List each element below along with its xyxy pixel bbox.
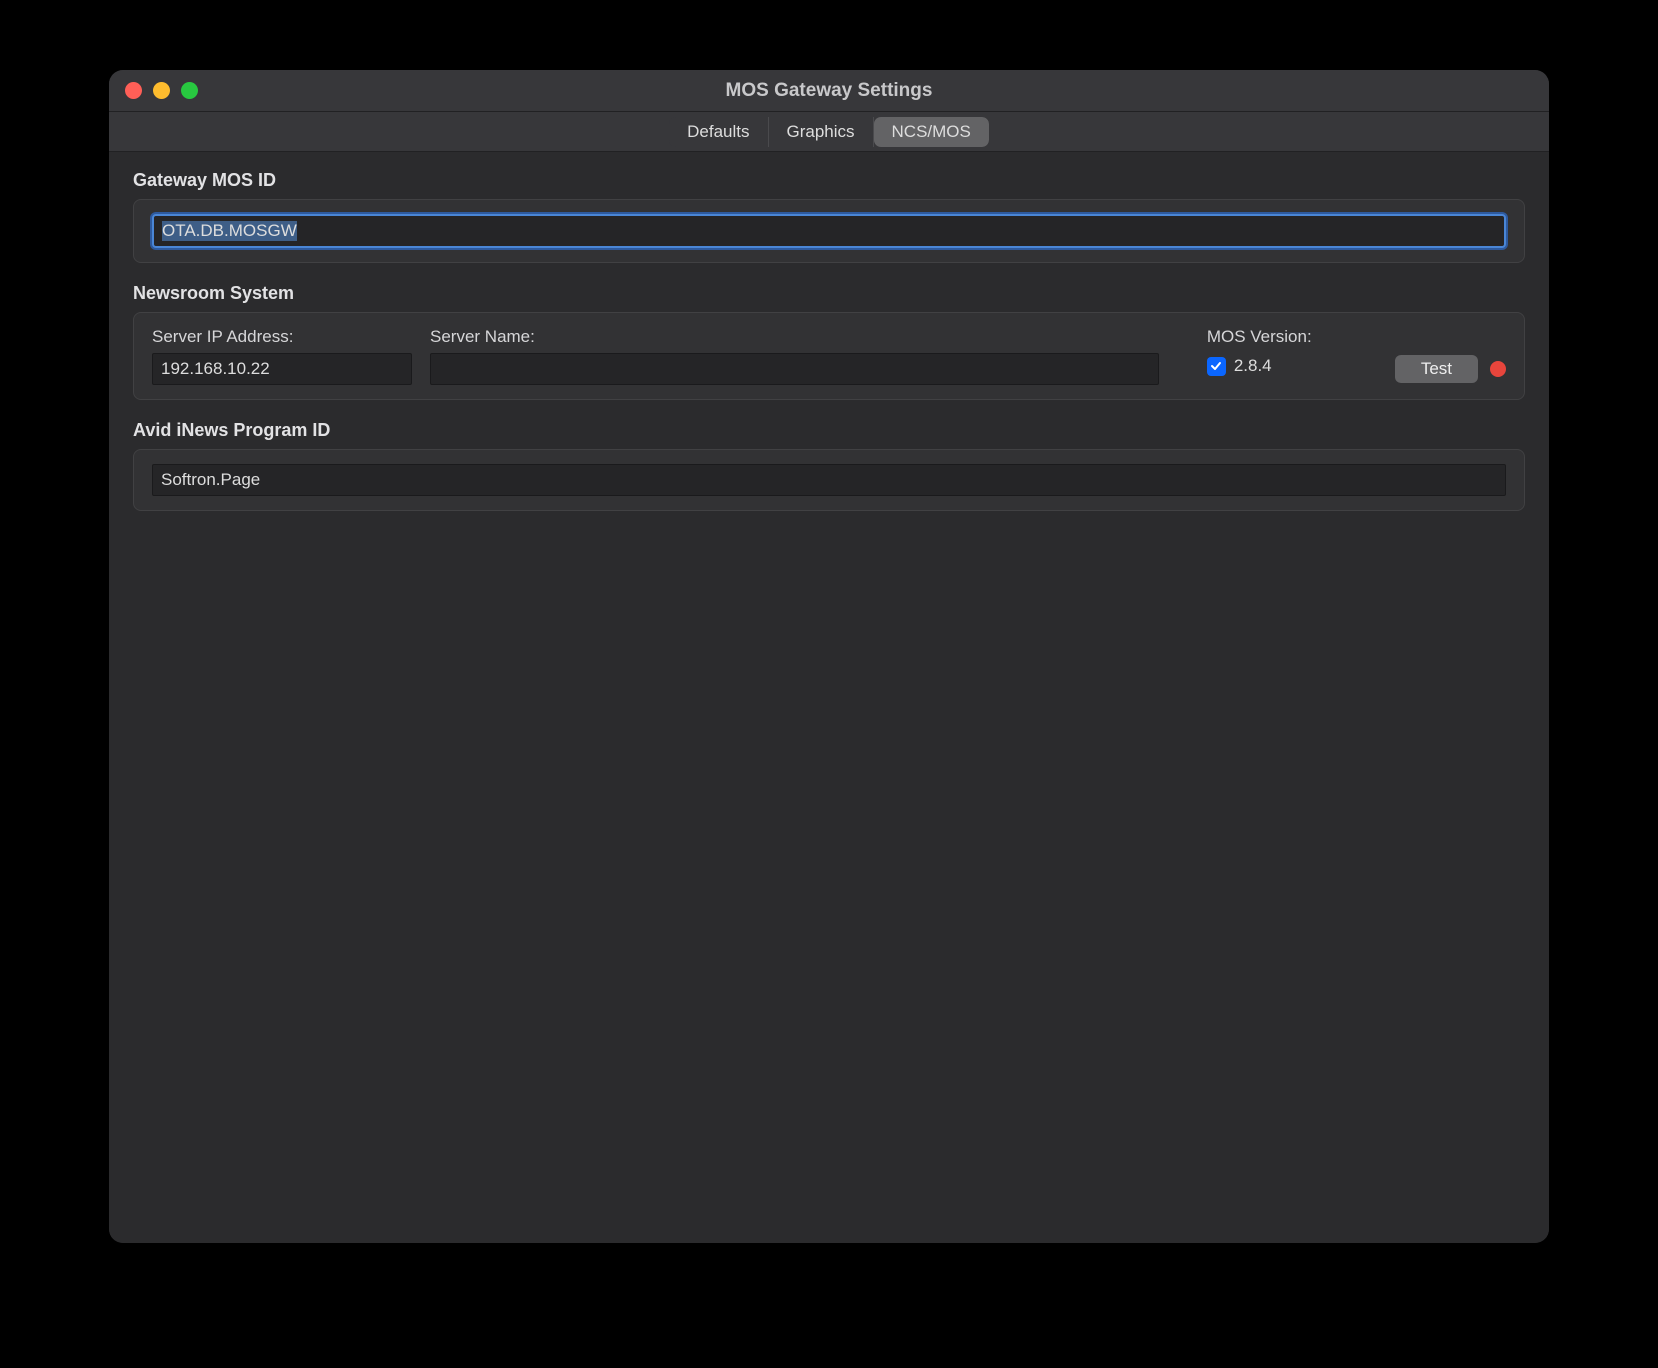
connection-status-indicator	[1490, 361, 1506, 377]
server-name-label: Server Name:	[430, 327, 1159, 347]
server-name-field: Server Name:	[430, 327, 1159, 385]
mos-version-checkbox[interactable]	[1207, 357, 1226, 376]
window-title: MOS Gateway Settings	[109, 80, 1549, 102]
server-ip-input[interactable]	[152, 353, 412, 385]
mos-version-checkbox-wrap: 2.8.4	[1207, 356, 1377, 376]
newsroom-row: Server IP Address: Server Name: MOS Vers…	[152, 327, 1506, 385]
gateway-mos-id-section: Gateway MOS ID	[133, 170, 1525, 263]
server-ip-label: Server IP Address:	[152, 327, 412, 347]
traffic-lights	[125, 82, 198, 99]
mos-version-field: MOS Version: 2.8.4	[1207, 327, 1377, 376]
close-icon[interactable]	[125, 82, 142, 99]
gateway-mos-id-input[interactable]	[152, 214, 1506, 248]
tab-group: Defaults Graphics NCS/MOS	[669, 117, 989, 147]
tab-ncs-mos[interactable]: NCS/MOS	[874, 117, 989, 147]
server-name-input[interactable]	[430, 353, 1159, 385]
newsroom-system-section: Newsroom System Server IP Address: Serve…	[133, 283, 1525, 400]
checkmark-icon	[1210, 360, 1222, 372]
mos-version-label: MOS Version:	[1207, 327, 1377, 347]
avid-program-id-box	[133, 449, 1525, 511]
test-col: Test	[1395, 355, 1506, 383]
settings-window: MOS Gateway Settings Defaults Graphics N…	[109, 70, 1549, 1243]
titlebar: MOS Gateway Settings	[109, 70, 1549, 112]
minimize-icon[interactable]	[153, 82, 170, 99]
newsroom-system-box: Server IP Address: Server Name: MOS Vers…	[133, 312, 1525, 400]
zoom-icon[interactable]	[181, 82, 198, 99]
content-area: Gateway MOS ID Newsroom System Server IP…	[109, 152, 1549, 1243]
gateway-mos-id-label: Gateway MOS ID	[133, 170, 1525, 191]
gateway-mos-id-box	[133, 199, 1525, 263]
avid-program-id-section: Avid iNews Program ID	[133, 420, 1525, 511]
avid-program-id-label: Avid iNews Program ID	[133, 420, 1525, 441]
server-ip-field: Server IP Address:	[152, 327, 412, 385]
tab-graphics[interactable]: Graphics	[769, 117, 874, 147]
test-button[interactable]: Test	[1395, 355, 1478, 383]
tabbar: Defaults Graphics NCS/MOS	[109, 112, 1549, 152]
avid-program-id-input[interactable]	[152, 464, 1506, 496]
newsroom-system-label: Newsroom System	[133, 283, 1525, 304]
mos-version-value: 2.8.4	[1234, 356, 1272, 376]
tab-defaults[interactable]: Defaults	[669, 117, 768, 147]
